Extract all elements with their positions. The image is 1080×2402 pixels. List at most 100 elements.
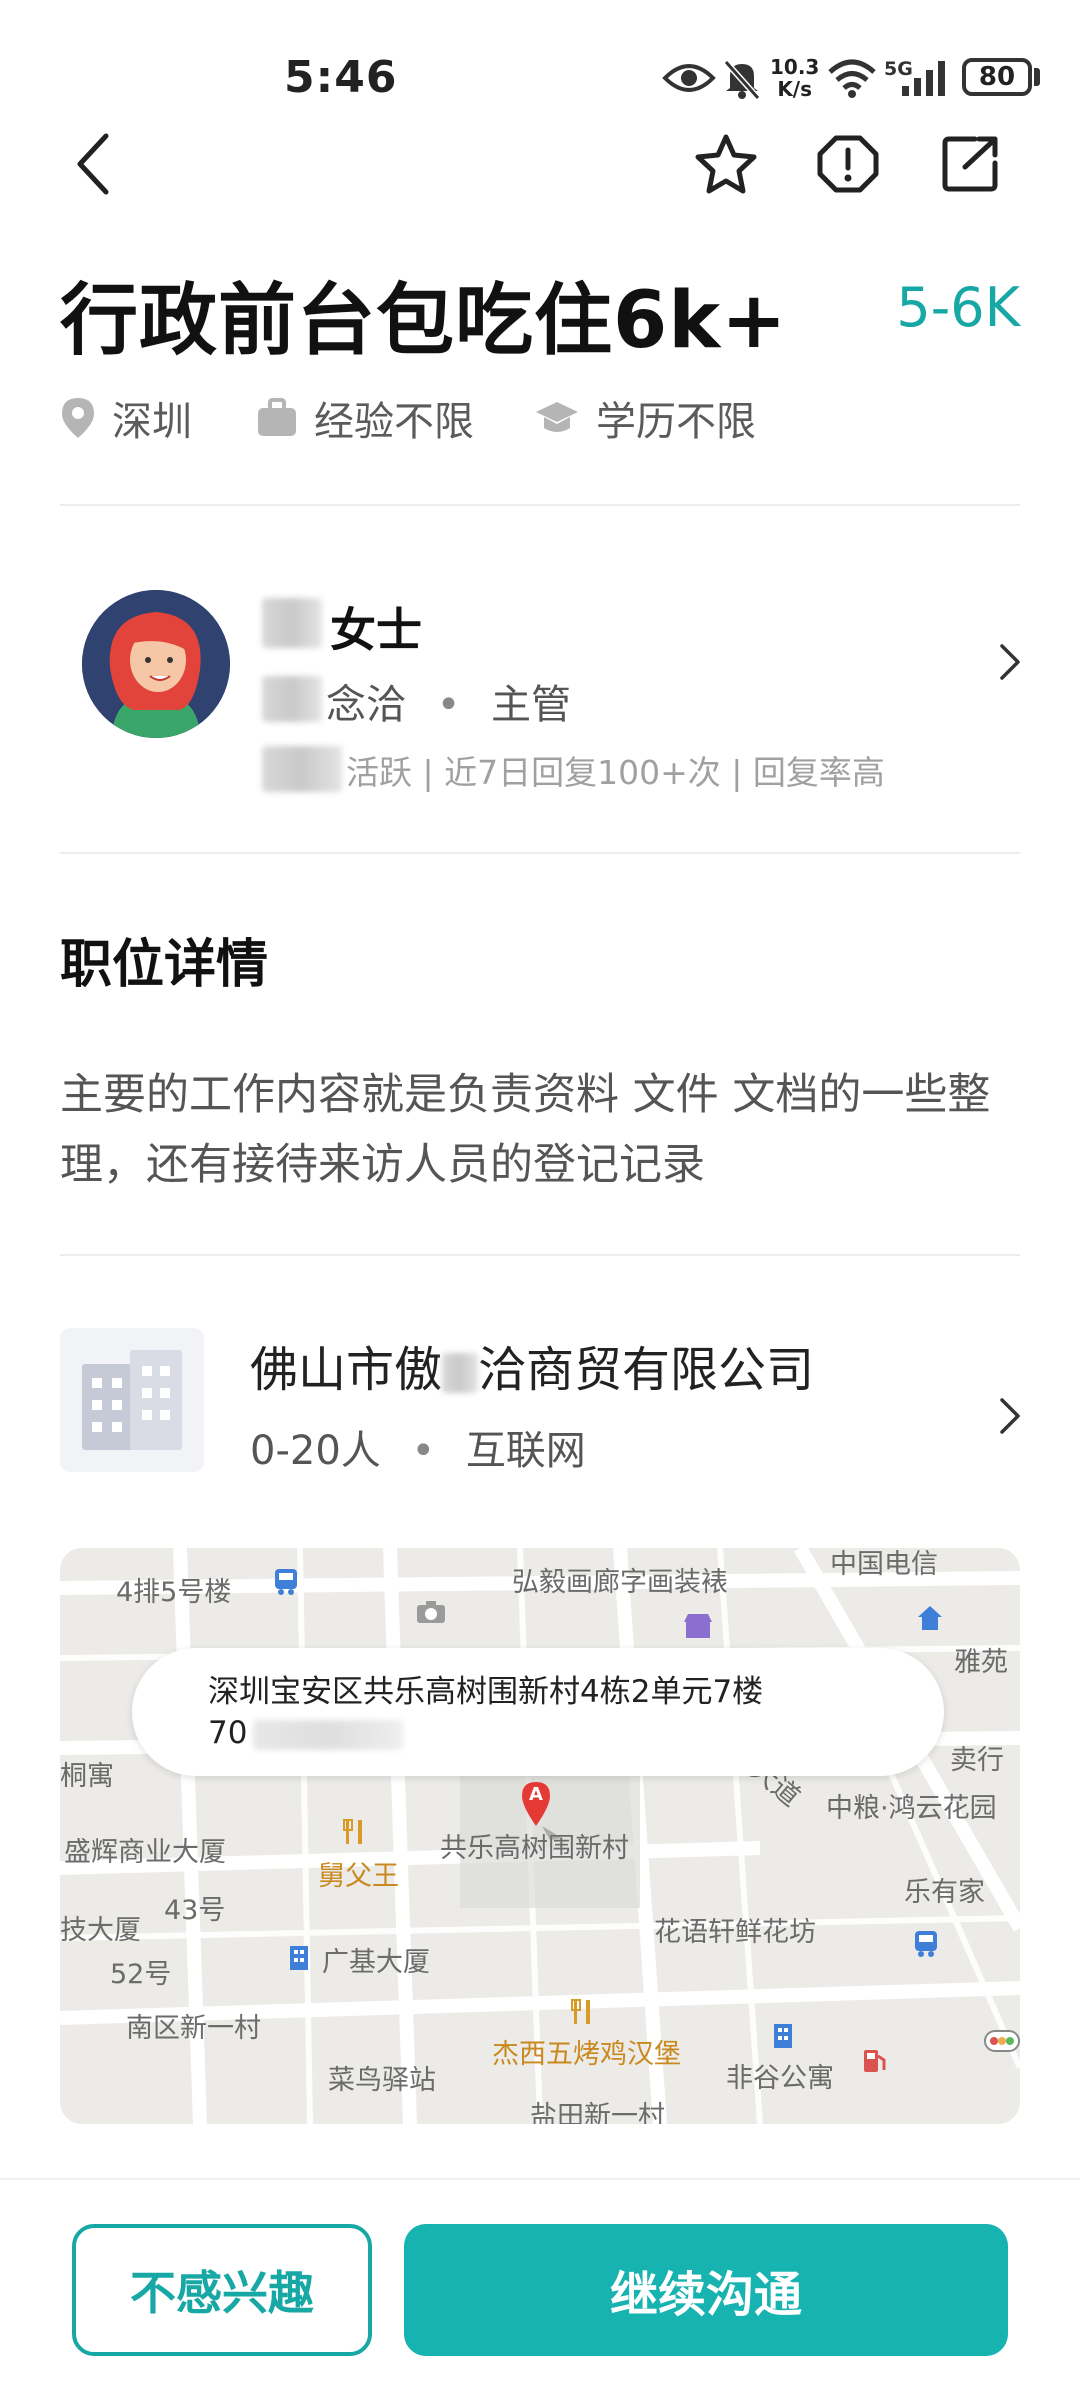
company-meta: 0-20人 • 互联网	[250, 1418, 586, 1476]
back-icon	[77, 133, 109, 195]
star-icon	[695, 134, 757, 194]
map-label: 中粮·鸿云花园	[826, 1793, 997, 1824]
recruiter-role: 主管	[491, 682, 572, 728]
education-meta: 学历不限	[534, 388, 756, 448]
map-label: 技大厦	[60, 1915, 141, 1946]
camera-icon	[416, 1600, 446, 1628]
bus-stop-icon	[912, 1928, 940, 1962]
report-icon	[817, 135, 879, 193]
gas-station-icon	[860, 2046, 890, 2078]
map-label: 南区新一村	[126, 2013, 261, 2044]
separator-dot: •	[436, 682, 461, 728]
report-button[interactable]	[812, 128, 884, 200]
map-label: 43号	[164, 1895, 226, 1926]
experience-meta: 经验不限	[256, 388, 474, 448]
favorite-button[interactable]	[690, 128, 762, 200]
map-label: 4排5号楼	[116, 1577, 232, 1608]
job-description: 主要的工作内容就是负责资料 文件 文档的一些整理，还有接待来访人员的登记记录	[60, 1070, 991, 1190]
map-label: 卖行	[950, 1745, 1004, 1776]
location-text: 深圳	[112, 399, 192, 445]
blurred-surname	[262, 598, 322, 648]
map-label: 菜鸟驿站	[328, 2065, 436, 2096]
graduation-cap-icon	[536, 402, 578, 432]
building-icon	[82, 1350, 182, 1450]
company-name-part2: 洽商贸有限公司	[478, 1342, 815, 1398]
restaurant-icon	[342, 1818, 368, 1850]
battery-tip	[1034, 68, 1040, 86]
job-title: 行政前台包吃住6k+	[60, 276, 788, 366]
address-line1: 深圳宝安区共乐高树围新村4栋2单元7楼	[208, 1674, 764, 1710]
blurred-company	[262, 676, 322, 722]
map-label: 花语轩鲜花坊	[654, 1917, 816, 1948]
status-time: 5:46	[284, 52, 398, 103]
bus-stop-icon	[272, 1566, 300, 1600]
company-size: 0-20人	[250, 1428, 381, 1474]
location-map[interactable]: 4排5号楼 弘毅画廊字画装裱 中国电信 雅苑 桐寓 卖行 大道 中粮·鸿云花园 …	[60, 1548, 1020, 2124]
address-text: 深圳宝安区共乐高树围新村4栋2单元7楼 70	[208, 1672, 928, 1754]
chevron-right-icon	[1000, 644, 1020, 680]
map-label: 乐有家	[904, 1877, 985, 1908]
education-text: 学历不限	[596, 399, 756, 445]
recruiter-activity: 活跃 | 近7日回复100+次 | 回复率高	[346, 753, 885, 792]
restaurant-icon	[570, 1998, 596, 2030]
wifi-icon	[828, 58, 876, 102]
home-icon	[916, 1604, 944, 1636]
map-marker-icon: A	[520, 1780, 564, 1846]
address-line2: 70	[208, 1715, 248, 1751]
map-label: 弘毅画廊字画装裱	[512, 1567, 728, 1598]
map-label: 中国电信	[830, 1549, 938, 1580]
blurred-activity	[262, 746, 342, 792]
experience-text: 经验不限	[314, 399, 474, 445]
map-label: 杰西五烤鸡汉堡	[492, 2039, 681, 2070]
recruiter-company-fragment: 念洽	[326, 682, 406, 728]
salary: 5-6K	[896, 276, 1020, 339]
battery-icon: 80	[962, 58, 1032, 96]
net-speed: 10.3 K/s	[770, 56, 819, 100]
recruiter-name: 女士	[330, 603, 422, 657]
section-title: 职位详情	[60, 935, 269, 995]
bell-muted-icon	[722, 58, 762, 104]
marker-letter: A	[529, 1784, 543, 1805]
address-line2-row: 70	[208, 1713, 928, 1754]
company-logo[interactable]	[60, 1328, 204, 1472]
building-poi-icon	[770, 2022, 796, 2054]
company-industry: 互联网	[465, 1428, 586, 1474]
net-speed-unit: K/s	[777, 77, 813, 101]
separator-dot: •	[411, 1428, 436, 1474]
location-meta: 深圳	[60, 388, 192, 448]
divider	[60, 1254, 1020, 1256]
not-interested-button[interactable]: 不感兴趣	[72, 2224, 372, 2356]
map-label: 盐田新一村	[530, 2101, 665, 2124]
location-pin-icon	[62, 398, 94, 438]
map-label: 非谷公寓	[726, 2063, 834, 2094]
divider	[60, 852, 1020, 854]
eye-icon	[662, 58, 716, 102]
divider	[60, 504, 1020, 506]
company-name-part1: 佛山市傲	[250, 1342, 443, 1398]
net-speed-value: 10.3	[770, 55, 820, 79]
briefcase-icon	[258, 398, 296, 436]
recruiter-role-line: 念洽 • 主管	[326, 672, 571, 730]
avatar[interactable]	[82, 590, 230, 738]
company-name[interactable]: 佛山市傲 洽商贸有限公司	[250, 1330, 814, 1400]
chevron-right-icon	[1000, 1398, 1020, 1434]
traffic-light-icon	[984, 2030, 1020, 2056]
cell-signal-icon	[900, 58, 952, 102]
share-button[interactable]	[934, 128, 1006, 200]
address-card: 深圳宝安区共乐高树围新村4栋2单元7楼 70	[132, 1648, 944, 1776]
company-chevron-button[interactable]	[990, 1386, 1030, 1446]
recruiter-chevron-button[interactable]	[990, 632, 1030, 692]
building-poi-icon	[286, 1944, 312, 1976]
recruiter-avatar-illustration	[82, 590, 230, 738]
back-button[interactable]	[58, 128, 130, 200]
blurred-company-char	[442, 1353, 479, 1393]
share-icon	[942, 136, 998, 192]
map-label: 舅父王	[318, 1861, 399, 1892]
blurred-address	[253, 1719, 404, 1750]
shop-icon	[684, 1614, 712, 1644]
continue-chat-button[interactable]: 继续沟通	[404, 2224, 1008, 2356]
map-label: 桐寓	[60, 1761, 114, 1792]
map-label: 盛辉商业大厦	[64, 1837, 226, 1868]
map-label: 雅苑	[954, 1647, 1008, 1678]
map-label: 广基大厦	[322, 1947, 430, 1978]
